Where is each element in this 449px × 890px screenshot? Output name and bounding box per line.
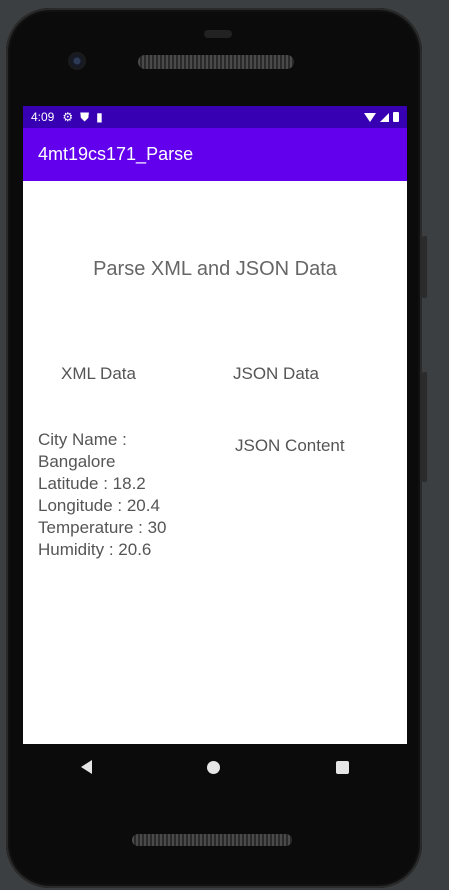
recents-icon[interactable] (336, 760, 350, 774)
status-right-icons (364, 112, 399, 122)
xml-data-label: XML Data (61, 364, 136, 383)
back-icon[interactable] (80, 760, 92, 774)
wifi-icon (364, 112, 376, 122)
sd-card-icon: ▮ (96, 110, 103, 124)
app-title: 4mt19cs171_Parse (38, 144, 194, 164)
front-camera (68, 52, 86, 70)
power-button (422, 372, 427, 482)
json-content-text: JSON Content (235, 436, 345, 455)
app-screen: 4:09 ⚙ ⛊ ▮ 4mt19cs171_Parse Parse XML an… (23, 106, 407, 744)
navigation-bar (23, 744, 407, 790)
status-bar: 4:09 ⚙ ⛊ ▮ (23, 106, 407, 128)
battery-icon (393, 112, 399, 122)
top-speaker (204, 30, 232, 38)
home-icon[interactable] (207, 760, 221, 774)
earpiece-grille (138, 55, 294, 69)
json-data-label: JSON Data (233, 364, 319, 383)
status-time: 4:09 (31, 110, 55, 124)
bottom-speaker-grille (132, 834, 292, 846)
app-bar: 4mt19cs171_Parse (23, 128, 407, 181)
page-headline: Parse XML and JSON Data (93, 258, 337, 280)
shield-icon: ⛊ (80, 110, 90, 124)
signal-icon (380, 112, 389, 122)
settings-icon: ⚙ (62, 110, 74, 124)
main-content: Parse XML and JSON Data XML Data JSON Da… (23, 181, 407, 744)
xml-content-text: City Name : Bangalore Latitude : 18.2 Lo… (38, 430, 167, 559)
volume-button (422, 236, 427, 298)
